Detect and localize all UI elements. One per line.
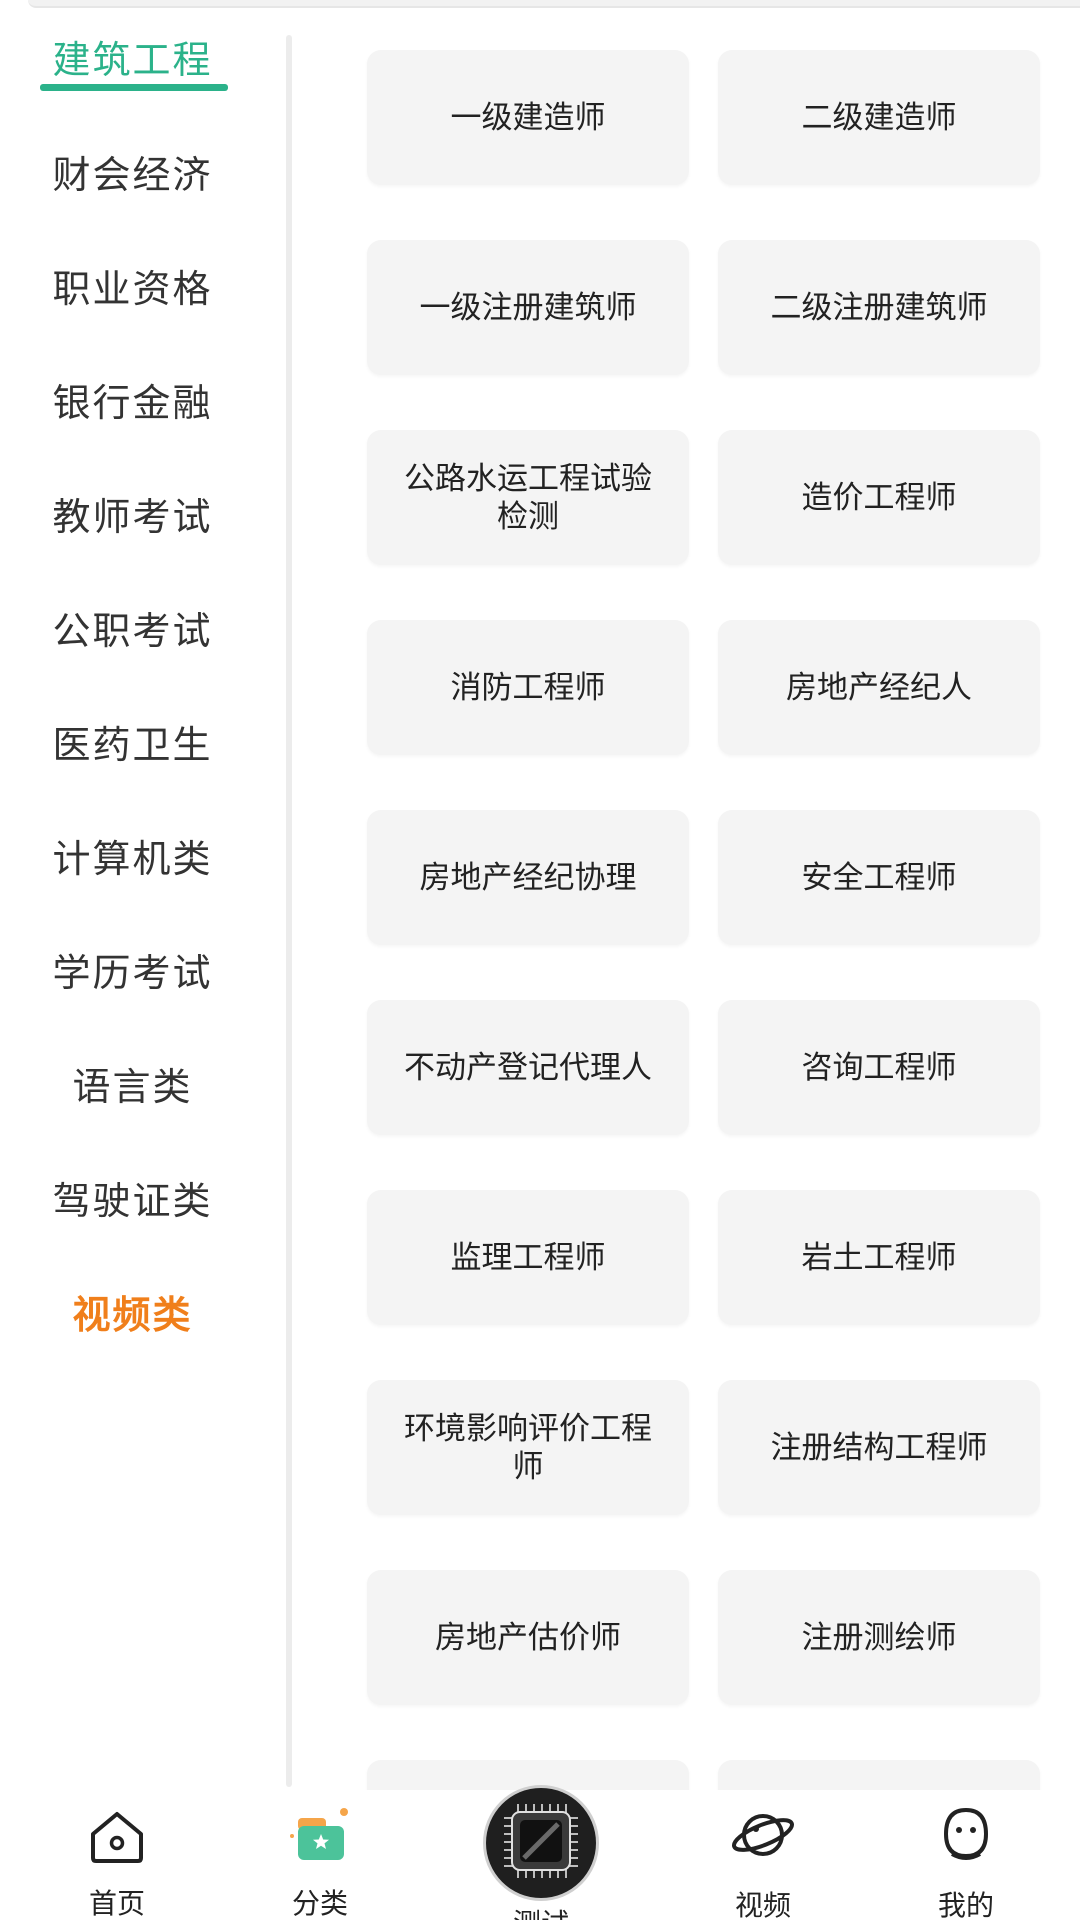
exam-card-label: 环境影响评价工程师 [404,1410,652,1485]
exam-card-label: 房地产经纪协理 [419,859,637,896]
sidebar-item-professional-qualification[interactable]: 职业资格 [0,245,265,325]
sidebar-item-teacher-exam[interactable]: 教师考试 [0,473,265,553]
exam-grid: 一级建造师 二级建造师 一级注册建筑师 二级注册建筑师 公路水运工程试验检测 造… [300,0,1080,1790]
user-face-icon [938,1804,994,1870]
sidebar-item-finance-economics[interactable]: 财会经济 [0,131,265,211]
exam-card-label: 二级建造师 [801,99,957,136]
exam-card-label: 不动产登记代理人 [404,1049,652,1086]
exam-card[interactable]: 二级注册建筑师 [718,240,1040,375]
sidebar-item-civil-service[interactable]: 公职考试 [0,587,265,667]
tab-mine[interactable]: 我的 [886,1790,1046,1920]
tab-video[interactable]: 视频 [683,1790,843,1920]
exam-card[interactable]: 安全工程师 [718,810,1040,945]
test-center-button[interactable] [486,1788,596,1898]
exam-card-label: 监理工程师 [450,1239,606,1276]
exam-card-label: 消防工程师 [450,669,606,706]
exam-card-label: 注册结构工程师 [770,1429,988,1466]
exam-card[interactable]: 公路水运工程试验检测 [367,430,689,565]
sidebar-item-medical[interactable]: 医药卫生 [0,701,265,781]
exam-card[interactable]: 岩土工程师 [718,1190,1040,1325]
exam-card[interactable]: 咨询工程师 [718,1000,1040,1135]
tab-category[interactable]: 分类 [240,1790,400,1920]
tab-category-label: 分类 [291,1887,348,1920]
tab-home[interactable]: 首页 [37,1790,197,1920]
exam-card-label: 房地产经纪人 [786,669,972,706]
sidebar-divider [286,35,292,1787]
planet-icon [730,1804,796,1870]
exam-card-label: 二级注册建筑师 [770,289,988,326]
exam-card-label: 岩土工程师 [801,1239,957,1276]
exam-card-partial[interactable] [367,1760,689,1790]
exam-card[interactable]: 注册结构工程师 [718,1380,1040,1515]
exam-card[interactable]: 环境影响评价工程师 [367,1380,689,1515]
exam-card[interactable]: 房地产经纪人 [718,620,1040,755]
exam-card[interactable]: 二级建造师 [718,50,1040,185]
exam-card-label: 一级建造师 [450,99,606,136]
sidebar-item-banking[interactable]: 银行金融 [0,359,265,439]
exam-card-label: 公路水运工程试验检测 [404,460,652,535]
sidebar-item-video[interactable]: 视频类 [0,1271,265,1351]
exam-card[interactable]: 消防工程师 [367,620,689,755]
sidebar-item-computer[interactable]: 计算机类 [0,815,265,895]
exam-card-label: 咨询工程师 [801,1049,957,1086]
exam-card[interactable]: 一级注册建筑师 [367,240,689,375]
exam-card-label: 一级注册建筑师 [419,289,637,326]
exam-card-label: 房地产估价师 [435,1619,621,1656]
exam-card[interactable]: 一级建造师 [367,50,689,185]
exam-card-label: 造价工程师 [801,479,957,516]
exam-card-label: 安全工程师 [801,859,957,896]
exam-card[interactable]: 造价工程师 [718,430,1040,565]
sidebar-item-driving[interactable]: 驾驶证类 [0,1157,265,1237]
exam-card[interactable]: 房地产经纪协理 [367,810,689,945]
exam-card[interactable]: 不动产登记代理人 [367,1000,689,1135]
tab-video-label: 视频 [734,1889,791,1920]
active-tab-underline [40,84,228,91]
tab-mine-label: 我的 [937,1889,994,1920]
exam-card[interactable]: 监理工程师 [367,1190,689,1325]
chip-icon [496,1796,586,1890]
exam-card[interactable]: 房地产估价师 [367,1570,689,1705]
app-screen: 建筑工程 财会经济 职业资格 银行金融 教师考试 公职考试 医药卫生 计算机类 … [0,0,1080,1920]
exam-card-label: 注册测绘师 [801,1619,957,1656]
exam-card[interactable]: 注册测绘师 [718,1570,1040,1705]
exam-card-partial[interactable] [718,1760,1040,1790]
home-icon [87,1808,147,1868]
tab-test-label: 测试 [461,1902,621,1920]
tab-home-label: 首页 [88,1887,145,1920]
sidebar-item-language[interactable]: 语言类 [0,1043,265,1123]
category-sidebar: 建筑工程 财会经济 职业资格 银行金融 教师考试 公职考试 医药卫生 计算机类 … [0,0,270,1790]
sidebar-item-academic[interactable]: 学历考试 [0,929,265,1009]
category-folder-icon [288,1806,352,1870]
